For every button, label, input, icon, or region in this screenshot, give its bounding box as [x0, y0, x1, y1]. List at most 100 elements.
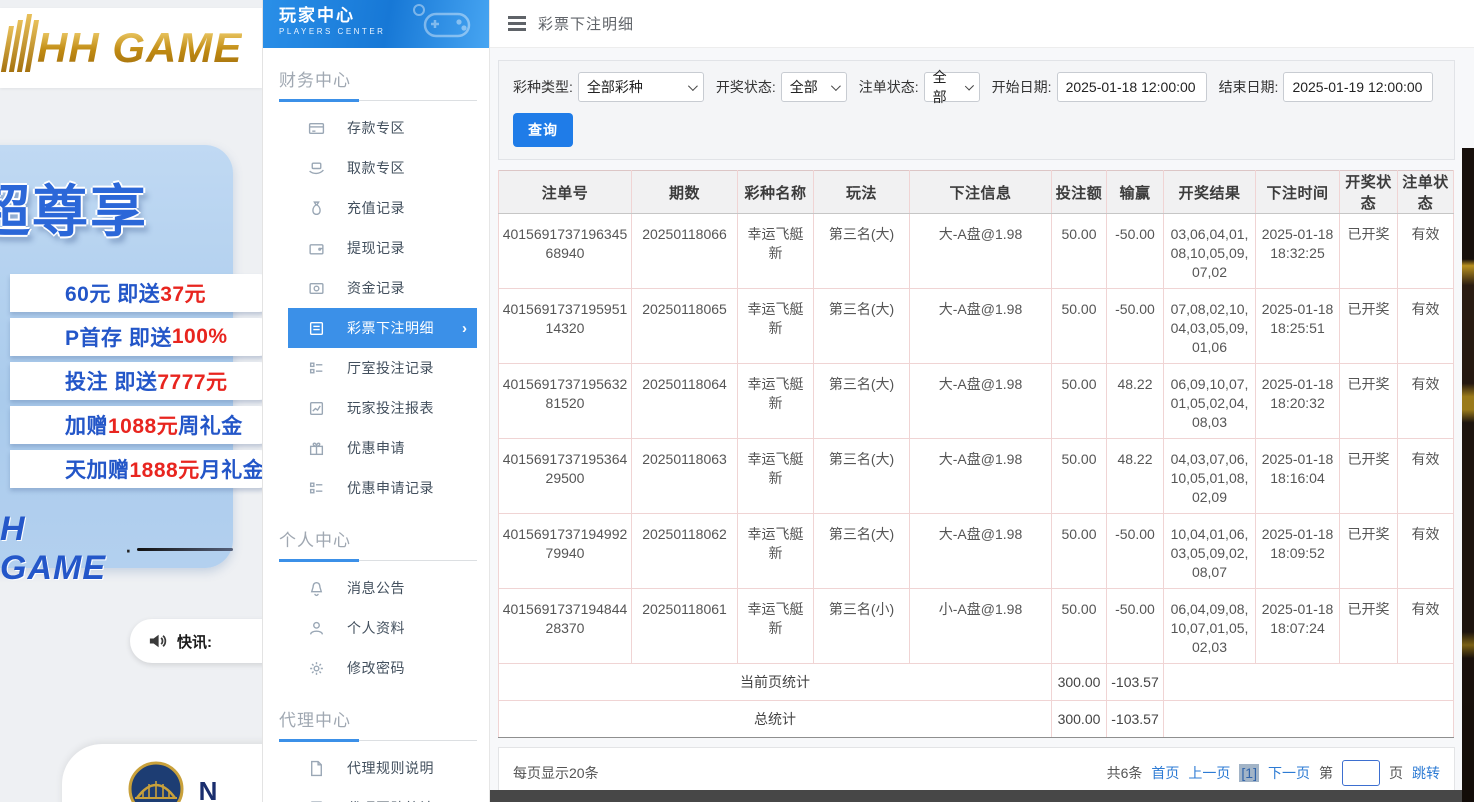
start-date-input[interactable] — [1056, 72, 1207, 102]
search-button[interactable]: 查询 — [513, 113, 573, 147]
cell-play: 第三名(大) — [813, 438, 910, 514]
news-ticker[interactable]: 快讯: — [130, 619, 262, 663]
right-edge-widget — [1462, 148, 1474, 802]
cell-time: 2025-01-18 18:32:25 — [1255, 213, 1340, 289]
prev-page-link[interactable]: 上一页 — [1188, 763, 1230, 783]
cell-draw-status: 已开奖 — [1339, 588, 1398, 664]
sidebar-item[interactable]: 优惠申请 — [288, 428, 477, 468]
sidebar-item-active[interactable]: 彩票下注明细 › — [288, 308, 477, 348]
promo-pill: 天加赠 1888元 月礼金 — [10, 450, 262, 488]
summary-amount: 300.00 — [1051, 700, 1107, 738]
cell-order-status: 有效 — [1397, 438, 1454, 514]
sidebar-item[interactable]: 玩家投注报表 — [288, 388, 477, 428]
bottom-card-letter: N — [198, 776, 218, 802]
cell-play: 第三名(小) — [813, 588, 910, 664]
cell-winloss: 48.22 — [1106, 363, 1164, 439]
summary-row: 总统计 300.00 -103.57 — [498, 700, 1454, 738]
sidebar-item[interactable]: 优惠申请记录 — [288, 468, 477, 508]
sidebar-item-label: 优惠申请 — [347, 440, 405, 456]
section-divider — [279, 559, 477, 562]
cell-amount: 50.00 — [1051, 363, 1107, 439]
first-page-link[interactable]: 首页 — [1151, 763, 1179, 783]
cell-winloss: 48.22 — [1106, 438, 1164, 514]
sidebar-item[interactable]: 资金记录 — [288, 268, 477, 308]
cell-order-status: 有效 — [1397, 288, 1454, 364]
sidebar-item[interactable]: 厅室投注记录 — [288, 348, 477, 388]
gear-icon — [310, 661, 323, 675]
sidebar-section-title: 代理中心 — [279, 711, 351, 730]
cell-result: 06,09,10,07,01,05,02,04,08,03 — [1163, 363, 1256, 439]
table-row: 401569173719563281520 20250118064 幸运飞艇新 第三名… — [498, 363, 1454, 439]
bottom-announcement-card[interactable]: N — [62, 744, 262, 802]
draw-status-select[interactable]: 全部 — [780, 72, 847, 102]
person-icon — [309, 621, 324, 635]
summary-winloss: -103.57 — [1106, 700, 1164, 738]
cell-time: 2025-01-18 18:20:32 — [1255, 363, 1340, 439]
sidebar-section-title: 个人中心 — [279, 531, 351, 550]
brand-logo[interactable]: HH GAME — [0, 8, 262, 88]
next-page-link[interactable]: 下一页 — [1268, 763, 1310, 783]
jump-page-input[interactable] — [1342, 760, 1380, 786]
sidebar-item[interactable]: 修改密码 — [288, 648, 477, 688]
cell-bet-info: 小-A盘@1.98 — [909, 588, 1052, 664]
main-content: 彩种类型: 全部彩种 开奖状态: 全部 注单状态: 全部 开始日期: 结束日期: — [490, 48, 1474, 799]
cell-play: 第三名(大) — [813, 363, 910, 439]
filter-panel: 彩种类型: 全部彩种 开奖状态: 全部 注单状态: 全部 开始日期: 结束日期: — [498, 60, 1455, 160]
promo-banner[interactable]: 超尊享 60元 即送 37元 P首存 即送 100% 投注 即送 7777元 加赠 1088元… — [0, 145, 262, 587]
sidebar-item[interactable]: 代理团队统计 — [288, 788, 477, 802]
cell-lottery: 幸运飞艇新 — [737, 513, 814, 589]
promo-pill: 60元 即送 37元 — [10, 274, 262, 312]
sidebar-item-label: 彩票下注明细 — [347, 320, 434, 336]
jump-action-link[interactable]: 跳转 — [1412, 763, 1440, 783]
sidebar-section-title: 财务中心 — [279, 71, 351, 90]
cell-order-no: 401569173719563281520 — [498, 363, 632, 439]
promo-pill: 加赠 1088元 周礼金 — [10, 406, 262, 444]
wallet-icon — [309, 243, 324, 255]
column-header: 注单号 — [498, 170, 632, 214]
table-row: 401569173719499279940 20250118062 幸运飞艇新 第三名… — [498, 513, 1454, 589]
table-row: 401569173719595114320 20250118065 幸运飞艇新 第三名… — [498, 288, 1454, 364]
sidebar-item[interactable]: 代理规则说明 — [288, 748, 477, 788]
cell-draw-status: 已开奖 — [1339, 513, 1398, 589]
cell-time: 2025-01-18 18:07:24 — [1255, 588, 1340, 664]
chevron-down-icon — [687, 80, 698, 91]
column-header: 玩法 — [813, 170, 910, 214]
main-topbar: 彩票下注明细 — [490, 0, 1474, 48]
cell-winloss: -50.00 — [1106, 588, 1164, 664]
hand-icon — [309, 161, 324, 174]
lottery-type-select[interactable]: 全部彩种 — [577, 72, 704, 102]
column-header: 期数 — [631, 170, 738, 214]
news-ticker-label: 快讯: — [177, 633, 212, 651]
cell-bet-info: 大-A盘@1.98 — [909, 288, 1052, 364]
end-date-input[interactable] — [1283, 72, 1434, 102]
cell-result: 07,08,02,10,04,03,05,09,01,06 — [1163, 288, 1256, 364]
cell-result: 03,06,04,01,08,10,05,09,07,02 — [1163, 213, 1256, 289]
jump-prefix-label: 第 — [1319, 765, 1333, 781]
cell-bet-info: 大-A盘@1.98 — [909, 438, 1052, 514]
start-date-label: 开始日期: — [991, 79, 1052, 95]
jump-suffix-label: 页 — [1389, 765, 1403, 781]
sidebar-item[interactable]: 消息公告 — [288, 568, 477, 608]
cell-lottery: 幸运飞艇新 — [737, 363, 814, 439]
current-page-indicator: [1] — [1239, 764, 1259, 782]
sidebar-item[interactable]: 取款专区 — [288, 148, 477, 188]
sidebar-item[interactable]: 充值记录 — [288, 188, 477, 228]
chevron-right-icon: › — [462, 319, 467, 337]
summary-winloss: -103.57 — [1106, 663, 1164, 701]
sidebar-item[interactable]: 存款专区 — [288, 108, 477, 148]
cell-play: 第三名(大) — [813, 213, 910, 289]
total-count-text: 共6条 — [1106, 765, 1143, 781]
cell-period: 20250118062 — [631, 513, 738, 589]
sidebar-item-label: 个人资料 — [347, 620, 405, 636]
sidebar-item-label: 玩家投注报表 — [347, 400, 434, 416]
hamburger-menu-icon[interactable] — [508, 16, 526, 31]
order-status-select[interactable]: 全部 — [923, 69, 980, 105]
cell-period: 20250118065 — [631, 288, 738, 364]
list-icon — [309, 361, 323, 373]
promo-column: HH GAME 超尊享 60元 即送 37元 P首存 即送 100% 投注 即送 7777… — [0, 0, 262, 802]
sidebar-item[interactable]: 提现记录 — [288, 228, 477, 268]
cell-play: 第三名(大) — [813, 288, 910, 364]
cell-time: 2025-01-18 18:16:04 — [1255, 438, 1340, 514]
sidebar-item[interactable]: 个人资料 — [288, 608, 477, 648]
summary-amount: 300.00 — [1051, 663, 1107, 701]
